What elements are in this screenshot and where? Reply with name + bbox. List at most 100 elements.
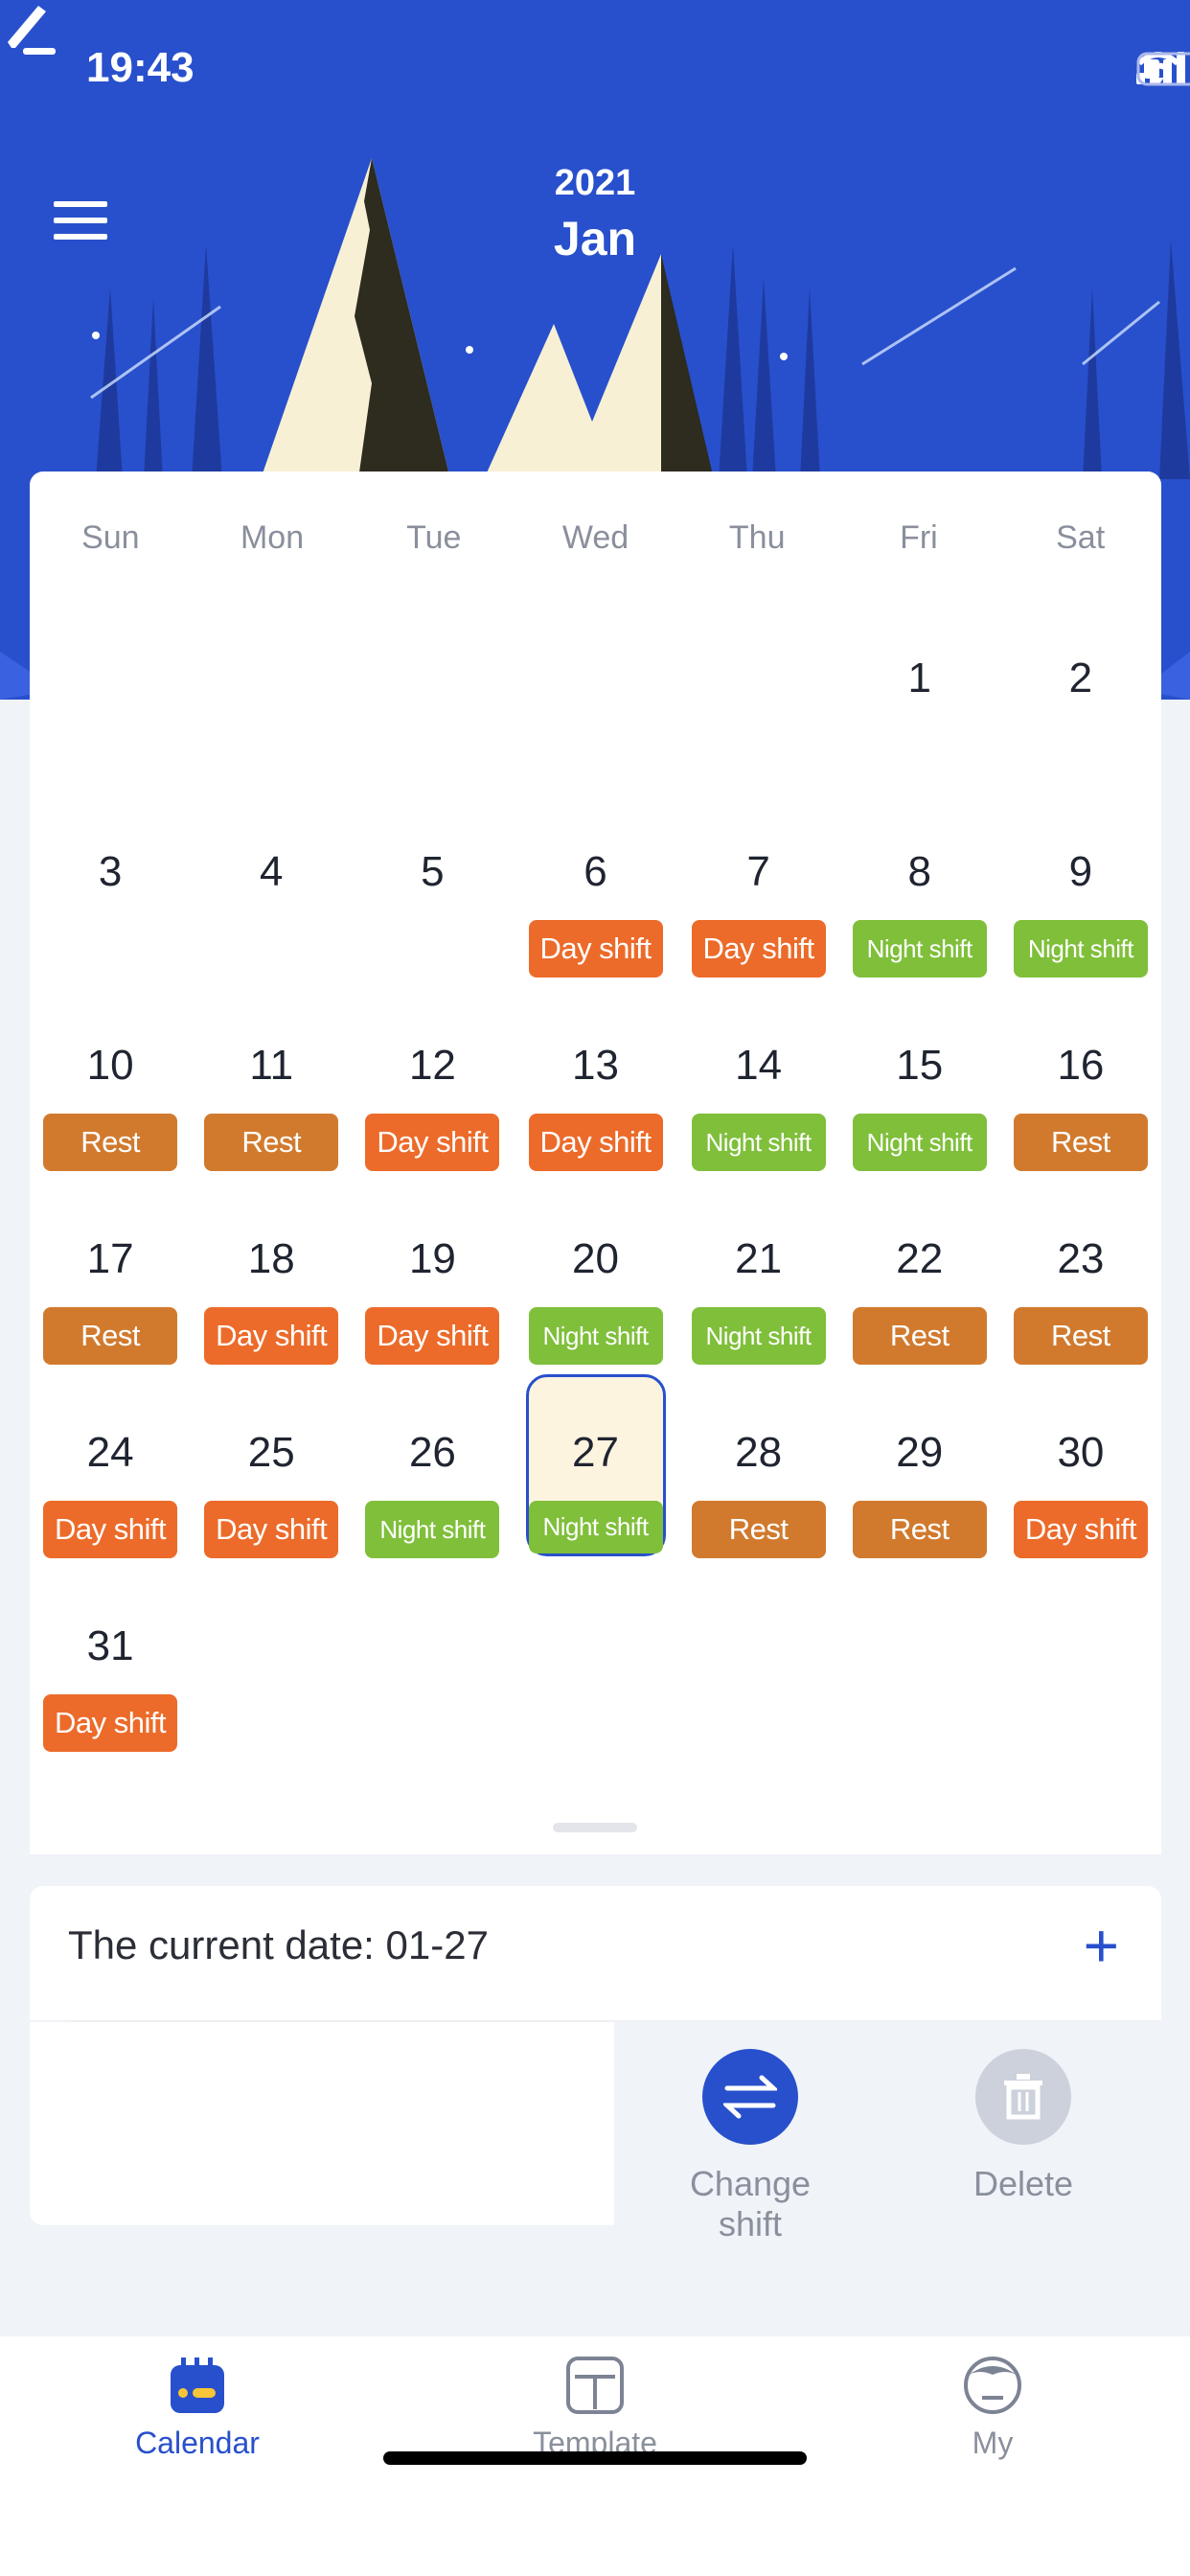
shift-badge: Night shift <box>528 1307 663 1365</box>
day-number: 13 <box>572 1042 619 1089</box>
day-cell[interactable]: 14 Night shift <box>678 981 839 1175</box>
add-button[interactable]: + <box>1084 1915 1119 1976</box>
shift-badge: Night shift <box>691 1114 826 1171</box>
day-cell[interactable]: 15 Night shift <box>839 981 1000 1175</box>
day-cell[interactable]: 12 Day shift <box>352 981 513 1175</box>
shift-badge: Night shift <box>852 920 987 978</box>
day-cell[interactable]: 1 <box>839 594 1000 788</box>
day-number: 23 <box>1057 1235 1105 1282</box>
day-number: 22 <box>896 1235 944 1282</box>
day-number: 30 <box>1057 1429 1105 1476</box>
day-cell[interactable]: 8 Night shift <box>839 788 1000 981</box>
day-number: 9 <box>1068 848 1093 895</box>
day-cell[interactable]: 13 Day shift <box>514 981 678 1175</box>
tab-label: Calendar <box>135 2426 260 2460</box>
day-cell[interactable]: 17 Rest <box>30 1175 191 1368</box>
shift-badge: Rest <box>1013 1114 1148 1171</box>
empty-cell <box>514 594 678 788</box>
day-number: 31 <box>86 1622 134 1669</box>
day-number: 11 <box>249 1042 294 1089</box>
day-cell[interactable]: 5 <box>352 788 513 981</box>
day-number: 17 <box>86 1235 134 1282</box>
drag-handle[interactable] <box>553 1823 637 1832</box>
day-number: 10 <box>86 1042 134 1089</box>
day-cell[interactable]: 4 <box>191 788 352 981</box>
tab-my[interactable]: My <box>873 2356 1112 2461</box>
day-cell[interactable]: 26 Night shift <box>352 1368 513 1562</box>
day-cell-selected[interactable]: 27 Night shift <box>525 1374 666 1556</box>
year-label: 2021 <box>554 163 636 203</box>
shift-badge: Day shift <box>204 1501 339 1558</box>
day-cell[interactable]: 24 Day shift <box>30 1368 191 1562</box>
day-cell[interactable]: 23 Rest <box>1000 1175 1161 1368</box>
status-time: 19:43 <box>86 44 195 91</box>
edit-icon[interactable] <box>0 0 57 58</box>
tab-calendar[interactable]: Calendar <box>78 2356 317 2461</box>
shift-badge: Night shift <box>691 1307 826 1365</box>
empty-cell <box>191 594 352 788</box>
empty-cell <box>352 594 513 788</box>
delete-label: Delete <box>973 2164 1074 2203</box>
tab-template[interactable]: Template <box>475 2356 715 2461</box>
day-cell[interactable]: 21 Night shift <box>678 1175 839 1368</box>
day-number: 14 <box>735 1042 783 1089</box>
day-cell[interactable]: 30 Day shift <box>1000 1368 1161 1562</box>
shift-badge: Rest <box>43 1307 178 1365</box>
trash-icon <box>1004 2074 1042 2120</box>
shift-detail-area <box>30 2022 614 2225</box>
weekday-label: Tue <box>406 518 462 556</box>
day-number: 6 <box>584 848 607 895</box>
shift-badge: Night shift <box>528 1501 663 1553</box>
day-cell[interactable]: 18 Day shift <box>191 1175 352 1368</box>
day-cell[interactable]: 10 Rest <box>30 981 191 1175</box>
day-number: 3 <box>98 848 123 895</box>
weekday-label: Sun <box>81 518 140 556</box>
day-cell[interactable]: 6 Day shift <box>514 788 678 981</box>
empty-cell <box>678 594 839 788</box>
day-cell[interactable]: 25 Day shift <box>191 1368 352 1562</box>
day-number: 24 <box>86 1429 134 1476</box>
calendar-icon <box>171 2358 224 2413</box>
day-number: 27 <box>572 1429 619 1476</box>
shift-badge: Day shift <box>204 1307 339 1365</box>
day-cell[interactable]: 9 Night shift <box>1000 788 1161 981</box>
shift-badge: Night shift <box>365 1501 500 1558</box>
day-number: 2 <box>1068 655 1093 702</box>
day-cell[interactable]: 7 Day shift <box>678 788 839 981</box>
day-cell[interactable]: 29 Rest <box>839 1368 1000 1562</box>
swap-icon <box>723 2075 777 2119</box>
day-number: 29 <box>896 1429 944 1476</box>
day-number: 18 <box>247 1235 295 1282</box>
weekday-label: Thu <box>728 518 786 556</box>
delete-button[interactable]: Delete <box>927 2049 1119 2204</box>
shift-badge: Day shift <box>365 1307 500 1365</box>
weekday-label: Mon <box>240 518 305 556</box>
day-cell[interactable]: 28 Rest <box>678 1368 839 1562</box>
battery-icon <box>1136 52 1190 86</box>
day-cell[interactable]: 3 <box>30 788 191 981</box>
weekday-label: Sat <box>1056 518 1106 556</box>
day-number: 26 <box>408 1429 456 1476</box>
day-cell[interactable]: 31 Day shift <box>30 1562 191 1756</box>
shift-badge: Day shift <box>43 1501 178 1558</box>
day-number: 20 <box>572 1235 619 1282</box>
day-cell[interactable]: 16 Rest <box>1000 981 1161 1175</box>
month-label[interactable]: Jan <box>0 211 1190 266</box>
day-number: 15 <box>896 1042 944 1089</box>
day-cell[interactable]: 20 Night shift <box>514 1175 678 1368</box>
day-number: 12 <box>408 1042 456 1089</box>
shift-badge: Night shift <box>1013 920 1148 978</box>
day-cell[interactable]: 2 <box>1000 594 1161 788</box>
shift-badge: Day shift <box>1013 1501 1148 1558</box>
day-number: 4 <box>260 848 284 895</box>
day-cell[interactable]: 11 Rest <box>191 981 352 1175</box>
template-icon <box>566 2357 624 2414</box>
change-shift-button[interactable]: Change shift <box>654 2049 846 2244</box>
tab-label: My <box>972 2426 1014 2460</box>
shift-badge: Rest <box>43 1114 178 1171</box>
shift-badge: Rest <box>204 1114 339 1171</box>
day-cell[interactable]: 22 Rest <box>839 1175 1000 1368</box>
profile-icon <box>964 2357 1021 2414</box>
day-cell[interactable]: 19 Day shift <box>352 1175 513 1368</box>
day-number: 25 <box>247 1429 295 1476</box>
